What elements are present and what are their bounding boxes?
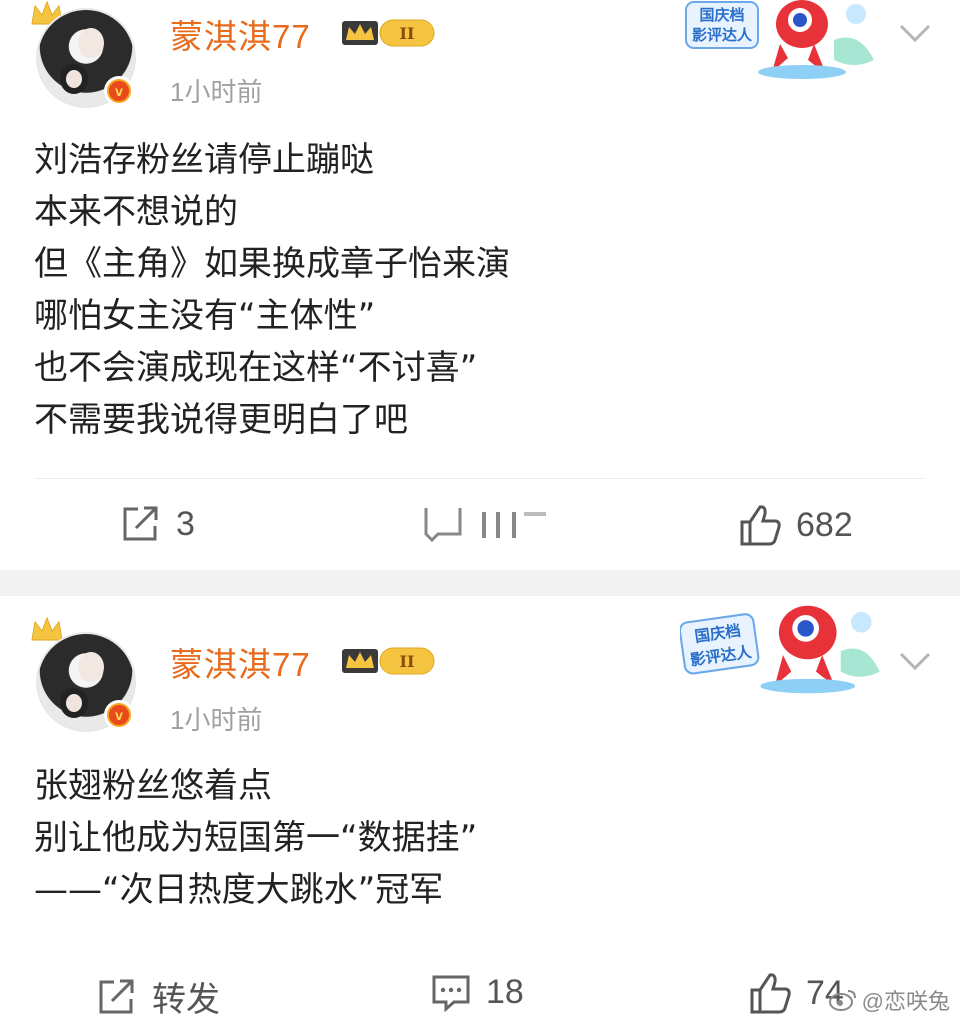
post-time: 1小时前 [170, 77, 263, 107]
divider [34, 478, 924, 479]
comment-button[interactable]: 18 [430, 972, 524, 1012]
username[interactable]: 蒙淇淇77 [170, 638, 311, 686]
post-separator [0, 570, 960, 596]
content-line: 但《主角》如果换成章子怡来演 [34, 244, 510, 284]
share-icon [99, 979, 134, 1013]
chevron-down-icon[interactable] [898, 22, 932, 44]
crown-icon [31, 616, 63, 641]
content-line: ——“次日热度大跳水”冠军 [34, 870, 444, 910]
repost-button[interactable]: 3 [120, 504, 195, 544]
svg-text:II: II [400, 24, 415, 43]
weibo-post-1: v 蒙淇淇77 II 1小时前 国庆档 影评达人 刘浩存粉丝请停止蹦哒 本来不想… [0, 0, 960, 570]
content-line: 刘浩存粉丝请停止蹦哒 [34, 140, 374, 180]
vip-badge-icon[interactable]: II [342, 646, 436, 676]
content-line: 也不会演成现在这样“不讨喜” [34, 348, 478, 388]
watermark-text: @恋咲兔 [861, 989, 950, 1014]
content-line: 本来不想说的 [34, 192, 238, 232]
comment-count: 18 [486, 972, 524, 1011]
svg-text:国庆档: 国庆档 [699, 6, 744, 24]
like-button[interactable]: 682 [738, 504, 853, 546]
chevron-down-icon[interactable] [898, 650, 932, 672]
verified-badge-icon: v [104, 700, 134, 730]
repost-label: 转发 [152, 981, 220, 1019]
post-content: 张翅粉丝悠着点 别让他成为短国第一“数据挂” ——“次日热度大跳水”冠军 [34, 760, 477, 916]
comment-button[interactable] [420, 504, 560, 544]
thumbs-up-icon [750, 973, 791, 1014]
like-count: 682 [796, 505, 853, 544]
verified-badge-icon: v [104, 76, 134, 106]
content-line: 哪怕女主没有“主体性” [34, 296, 376, 336]
share-icon [123, 506, 158, 541]
thumbs-up-icon [740, 505, 781, 546]
content-line: 张翅粉丝悠着点 [34, 766, 272, 806]
weibo-logo-icon [828, 990, 856, 1011]
weibo-post-2: v 蒙淇淇77 II 1小时前 国庆档 影评达人 张翅粉丝悠着点 别让他成为短国… [0, 596, 960, 1026]
movie-review-badge-icon: 国庆档 影评达人 [685, 0, 874, 79]
content-line: 不需要我说得更明白了吧 [34, 400, 408, 440]
repost-button[interactable]: 转发 [96, 972, 220, 1021]
post-content: 刘浩存粉丝请停止蹦哒 本来不想说的 但《主角》如果换成章子怡来演 哪怕女主没有“… [34, 134, 510, 446]
comment-icon [424, 508, 546, 543]
svg-text:II: II [400, 652, 415, 671]
movie-review-badge-icon: 国庆档 影评达人 [680, 605, 880, 694]
repost-count: 3 [176, 504, 195, 543]
svg-text:影评达人: 影评达人 [692, 26, 753, 44]
watermark: @恋咲兔 [828, 984, 950, 1016]
content-line: 别让他成为短国第一“数据挂” [34, 818, 478, 858]
username[interactable]: 蒙淇淇77 [170, 10, 311, 58]
comment-icon [432, 975, 470, 1012]
vip-badge-icon[interactable]: II [342, 18, 436, 48]
post-time: 1小时前 [170, 705, 263, 735]
